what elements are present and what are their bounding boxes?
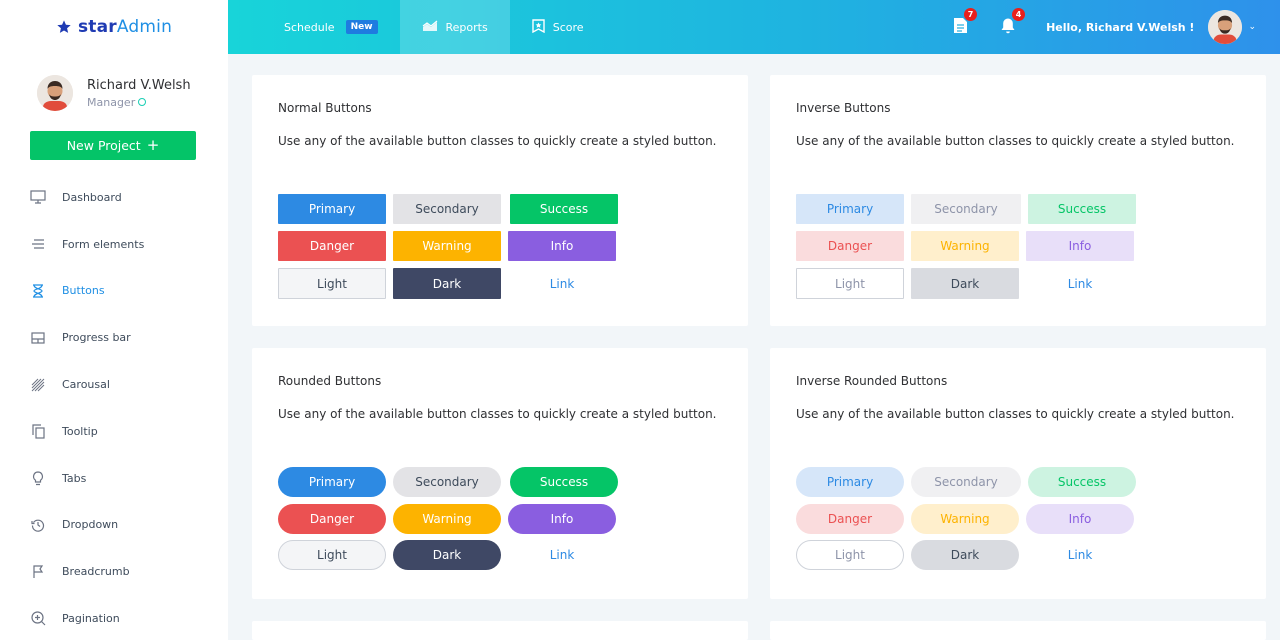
card-inverse-buttons: Inverse Buttons Use any of the available… bbox=[770, 75, 1266, 326]
card-rounded-buttons: Rounded Buttons Use any of the available… bbox=[252, 348, 748, 599]
user-greeting: Hello, Richard V.Welsh ! bbox=[1046, 20, 1195, 34]
sidebar-profile[interactable]: Richard V.Welsh Manager bbox=[0, 54, 228, 118]
tab-schedule[interactable]: Schedule New bbox=[228, 0, 400, 54]
profile-name: Richard V.Welsh bbox=[87, 77, 191, 93]
danger-button[interactable]: Danger bbox=[796, 231, 904, 261]
bulb-icon bbox=[30, 470, 46, 486]
brand-name: starAdmin bbox=[77, 17, 173, 37]
lines-icon bbox=[30, 236, 46, 252]
monitor-icon bbox=[30, 189, 46, 205]
dark-button[interactable]: Dark bbox=[911, 268, 1019, 299]
card-title: Rounded Buttons bbox=[278, 374, 382, 388]
dark-button[interactable]: Dark bbox=[393, 268, 501, 299]
zoom-in-icon bbox=[30, 611, 46, 627]
link-button[interactable]: Link bbox=[508, 540, 616, 570]
copy-icon bbox=[30, 423, 46, 439]
danger-button[interactable]: Danger bbox=[278, 231, 386, 261]
card-description: Use any of the available button classes … bbox=[278, 134, 717, 148]
primary-button[interactable]: Primary bbox=[796, 467, 904, 497]
profile-role: Manager bbox=[87, 96, 191, 109]
success-button[interactable]: Success bbox=[510, 194, 618, 224]
light-button[interactable]: Light bbox=[796, 268, 904, 299]
link-button[interactable]: Link bbox=[1026, 268, 1134, 299]
dark-button[interactable]: Dark bbox=[393, 540, 501, 570]
hatch-icon bbox=[30, 377, 46, 393]
notifications-count-badge: 4 bbox=[1012, 8, 1026, 21]
online-status-icon bbox=[138, 98, 147, 106]
link-button[interactable]: Link bbox=[1026, 540, 1134, 570]
sidebar: starAdmin Richard V.Welsh Manager New Pr… bbox=[0, 0, 228, 640]
card-title: Inverse Rounded Buttons bbox=[796, 374, 948, 388]
info-button[interactable]: Info bbox=[1026, 504, 1134, 534]
primary-button[interactable]: Primary bbox=[278, 194, 386, 224]
danger-button[interactable]: Danger bbox=[278, 504, 386, 534]
card-description: Use any of the available button classes … bbox=[796, 134, 1235, 148]
star-icon bbox=[57, 20, 71, 33]
dark-button[interactable]: Dark bbox=[911, 540, 1019, 570]
document-icon bbox=[953, 17, 968, 38]
sidebar-item-carousal[interactable]: Carousal bbox=[0, 361, 228, 408]
success-button[interactable]: Success bbox=[510, 467, 618, 497]
sidebar-item-tabs[interactable]: Tabs bbox=[0, 455, 228, 502]
primary-button[interactable]: Primary bbox=[796, 194, 904, 224]
sidebar-item-tooltip[interactable]: Tooltip bbox=[0, 408, 228, 455]
chart-area-icon bbox=[422, 20, 438, 35]
light-button[interactable]: Light bbox=[796, 540, 904, 570]
warning-button[interactable]: Warning bbox=[393, 504, 501, 534]
warning-button[interactable]: Warning bbox=[393, 231, 501, 261]
messages-button[interactable]: 7 bbox=[950, 8, 978, 38]
info-button[interactable]: Info bbox=[508, 504, 616, 534]
success-button[interactable]: Success bbox=[1028, 467, 1136, 497]
card-normal-buttons: Normal Buttons Use any of the available … bbox=[252, 75, 748, 326]
sidebar-item-pagination[interactable]: Pagination bbox=[0, 595, 228, 640]
layout-icon bbox=[30, 330, 46, 346]
plus-icon: + bbox=[146, 136, 160, 154]
history-icon bbox=[30, 517, 46, 533]
avatar bbox=[37, 75, 73, 111]
link-button[interactable]: Link bbox=[508, 268, 616, 299]
light-button[interactable]: Light bbox=[278, 268, 386, 299]
card-next-right bbox=[770, 621, 1266, 640]
success-button[interactable]: Success bbox=[1028, 194, 1136, 224]
secondary-button[interactable]: Secondary bbox=[911, 467, 1021, 497]
new-project-button[interactable]: New Project + bbox=[30, 131, 196, 160]
sidebar-item-buttons[interactable]: Buttons bbox=[0, 268, 228, 315]
top-navbar: Schedule New Reports Score 7 4 Hello, Ri… bbox=[228, 0, 1280, 54]
warning-button[interactable]: Warning bbox=[911, 504, 1019, 534]
hourglass-icon bbox=[30, 283, 46, 299]
card-description: Use any of the available button classes … bbox=[278, 407, 717, 421]
sidebar-nav: Dashboard Form elements Buttons Progress… bbox=[0, 174, 228, 640]
primary-button[interactable]: Primary bbox=[278, 467, 386, 497]
info-button[interactable]: Info bbox=[1026, 231, 1134, 261]
sidebar-item-breadcrumb[interactable]: Breadcrumb bbox=[0, 548, 228, 595]
card-title: Normal Buttons bbox=[278, 101, 372, 115]
new-badge: New bbox=[345, 20, 378, 34]
card-next-left bbox=[252, 621, 748, 640]
tab-score[interactable]: Score bbox=[510, 0, 606, 54]
light-button[interactable]: Light bbox=[278, 540, 386, 570]
info-button[interactable]: Info bbox=[508, 231, 616, 261]
card-title: Inverse Buttons bbox=[796, 101, 891, 115]
user-avatar[interactable] bbox=[1208, 10, 1243, 44]
bookmark-star-icon bbox=[532, 18, 545, 36]
sidebar-item-dropdown[interactable]: Dropdown bbox=[0, 502, 228, 549]
chevron-down-icon[interactable]: ⌄ bbox=[1248, 22, 1256, 32]
secondary-button[interactable]: Secondary bbox=[911, 194, 1021, 224]
messages-count-badge: 7 bbox=[964, 8, 978, 21]
secondary-button[interactable]: Secondary bbox=[393, 467, 501, 497]
sidebar-item-form-elements[interactable]: Form elements bbox=[0, 221, 228, 268]
sidebar-item-progress-bar[interactable]: Progress bar bbox=[0, 314, 228, 361]
card-description: Use any of the available button classes … bbox=[796, 407, 1235, 421]
secondary-button[interactable]: Secondary bbox=[393, 194, 501, 224]
card-inverse-rounded-buttons: Inverse Rounded Buttons Use any of the a… bbox=[770, 348, 1266, 599]
brand-logo[interactable]: starAdmin bbox=[0, 0, 228, 54]
notifications-button[interactable]: 4 bbox=[998, 8, 1026, 37]
danger-button[interactable]: Danger bbox=[796, 504, 904, 534]
sidebar-item-dashboard[interactable]: Dashboard bbox=[0, 174, 228, 221]
tab-reports[interactable]: Reports bbox=[399, 0, 510, 54]
warning-button[interactable]: Warning bbox=[911, 231, 1019, 261]
flag-icon bbox=[30, 564, 46, 580]
